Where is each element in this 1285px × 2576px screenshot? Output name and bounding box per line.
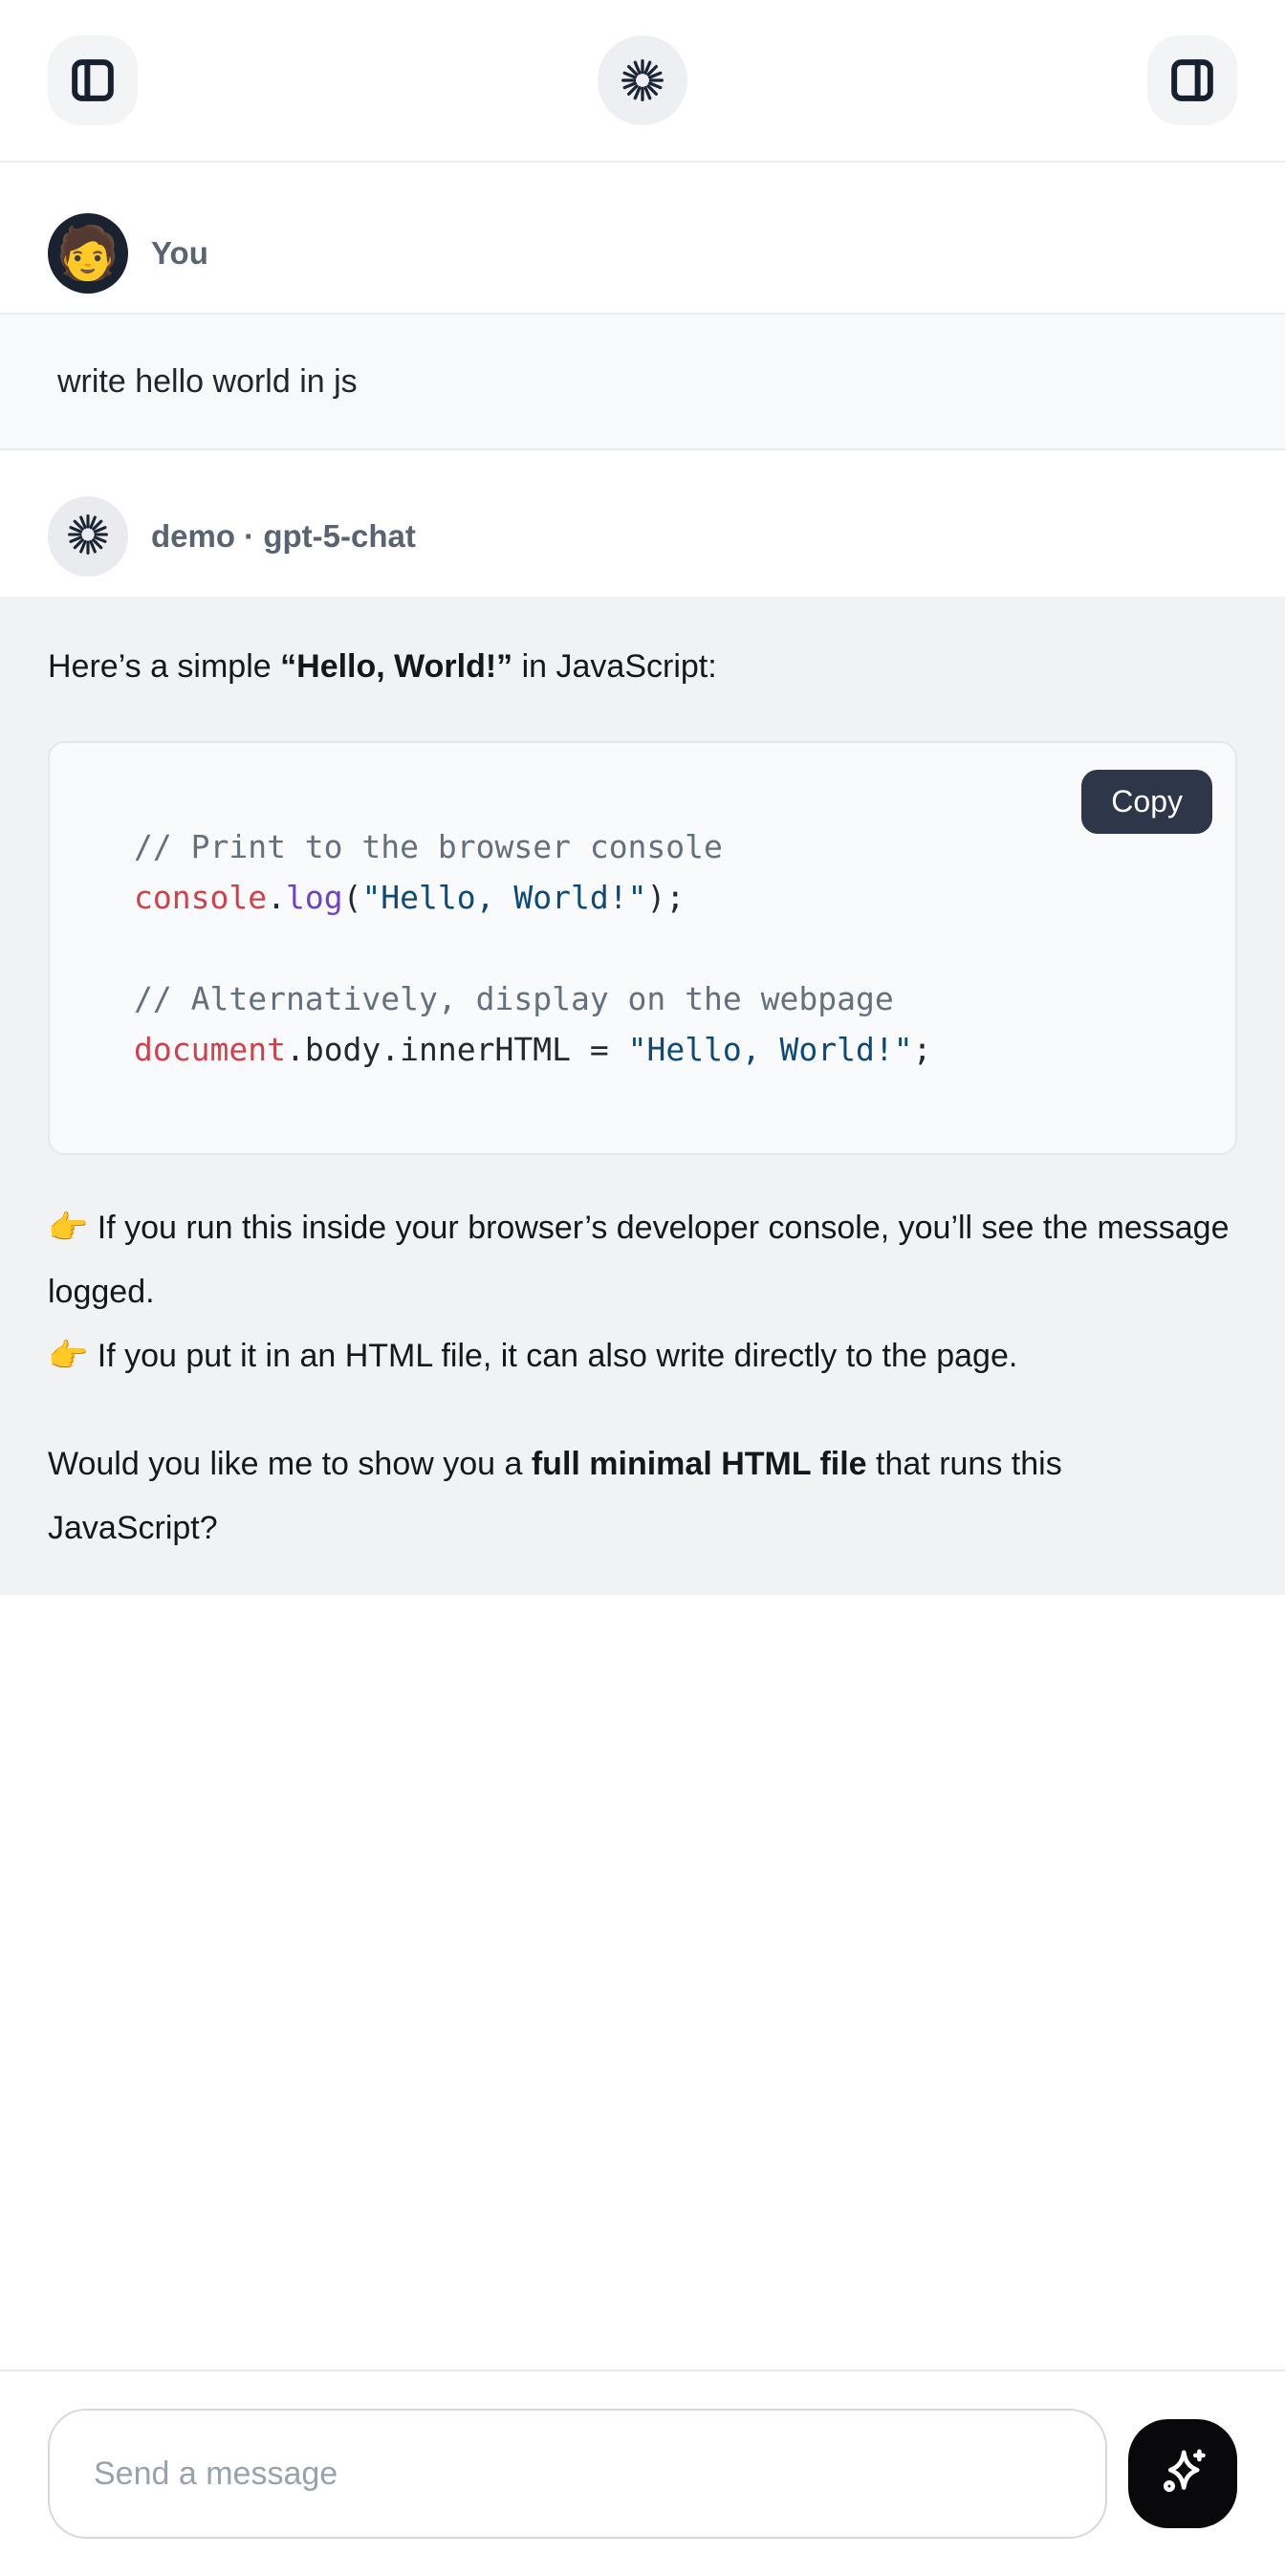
starburst-icon: [621, 58, 664, 102]
user-sender-label: You: [151, 235, 208, 272]
panel-right-icon: [1167, 55, 1217, 105]
person-emoji: 🧑: [55, 228, 120, 279]
top-bar: [0, 0, 1285, 163]
assistant-tips-paragraph: 👉 If you run this inside your browser’s …: [48, 1196, 1237, 1388]
panel-left-icon: [68, 55, 118, 105]
assistant-intro-line: Here’s a simple “Hello, World!” in JavaS…: [48, 635, 1237, 699]
assistant-sender-label: demo · gpt-5-chat: [151, 518, 416, 555]
user-message-bubble: write hello world in js: [0, 313, 1285, 450]
user-avatar: 🧑: [48, 213, 128, 294]
assistant-message-bubble: Here’s a simple “Hello, World!” in JavaS…: [0, 597, 1285, 1595]
assistant-message-header: demo · gpt-5-chat: [0, 496, 1285, 577]
send-button[interactable]: [1128, 2419, 1237, 2528]
user-message-text: write hello world in js: [57, 362, 1228, 401]
code-content: // Print to the browser consoleconsole.l…: [134, 821, 1189, 1075]
chat-scroll-area[interactable]: 🧑 You write hello world in js: [0, 213, 1285, 1595]
assistant-avatar: [48, 496, 128, 577]
app-logo-button[interactable]: [598, 35, 687, 125]
sparkle-icon: [1155, 2445, 1210, 2503]
composer-bar: [0, 2369, 1285, 2576]
user-message-header: 🧑 You: [0, 213, 1285, 294]
right-panel-toggle-button[interactable]: [1147, 35, 1237, 125]
copy-button[interactable]: Copy: [1081, 770, 1212, 834]
code-block: Copy // Print to the browser consolecons…: [48, 741, 1237, 1155]
sidebar-toggle-button[interactable]: [48, 35, 138, 125]
message-input[interactable]: [48, 2409, 1107, 2539]
assistant-question-paragraph: Would you like me to show you a full min…: [48, 1432, 1237, 1561]
starburst-icon: [67, 513, 109, 560]
